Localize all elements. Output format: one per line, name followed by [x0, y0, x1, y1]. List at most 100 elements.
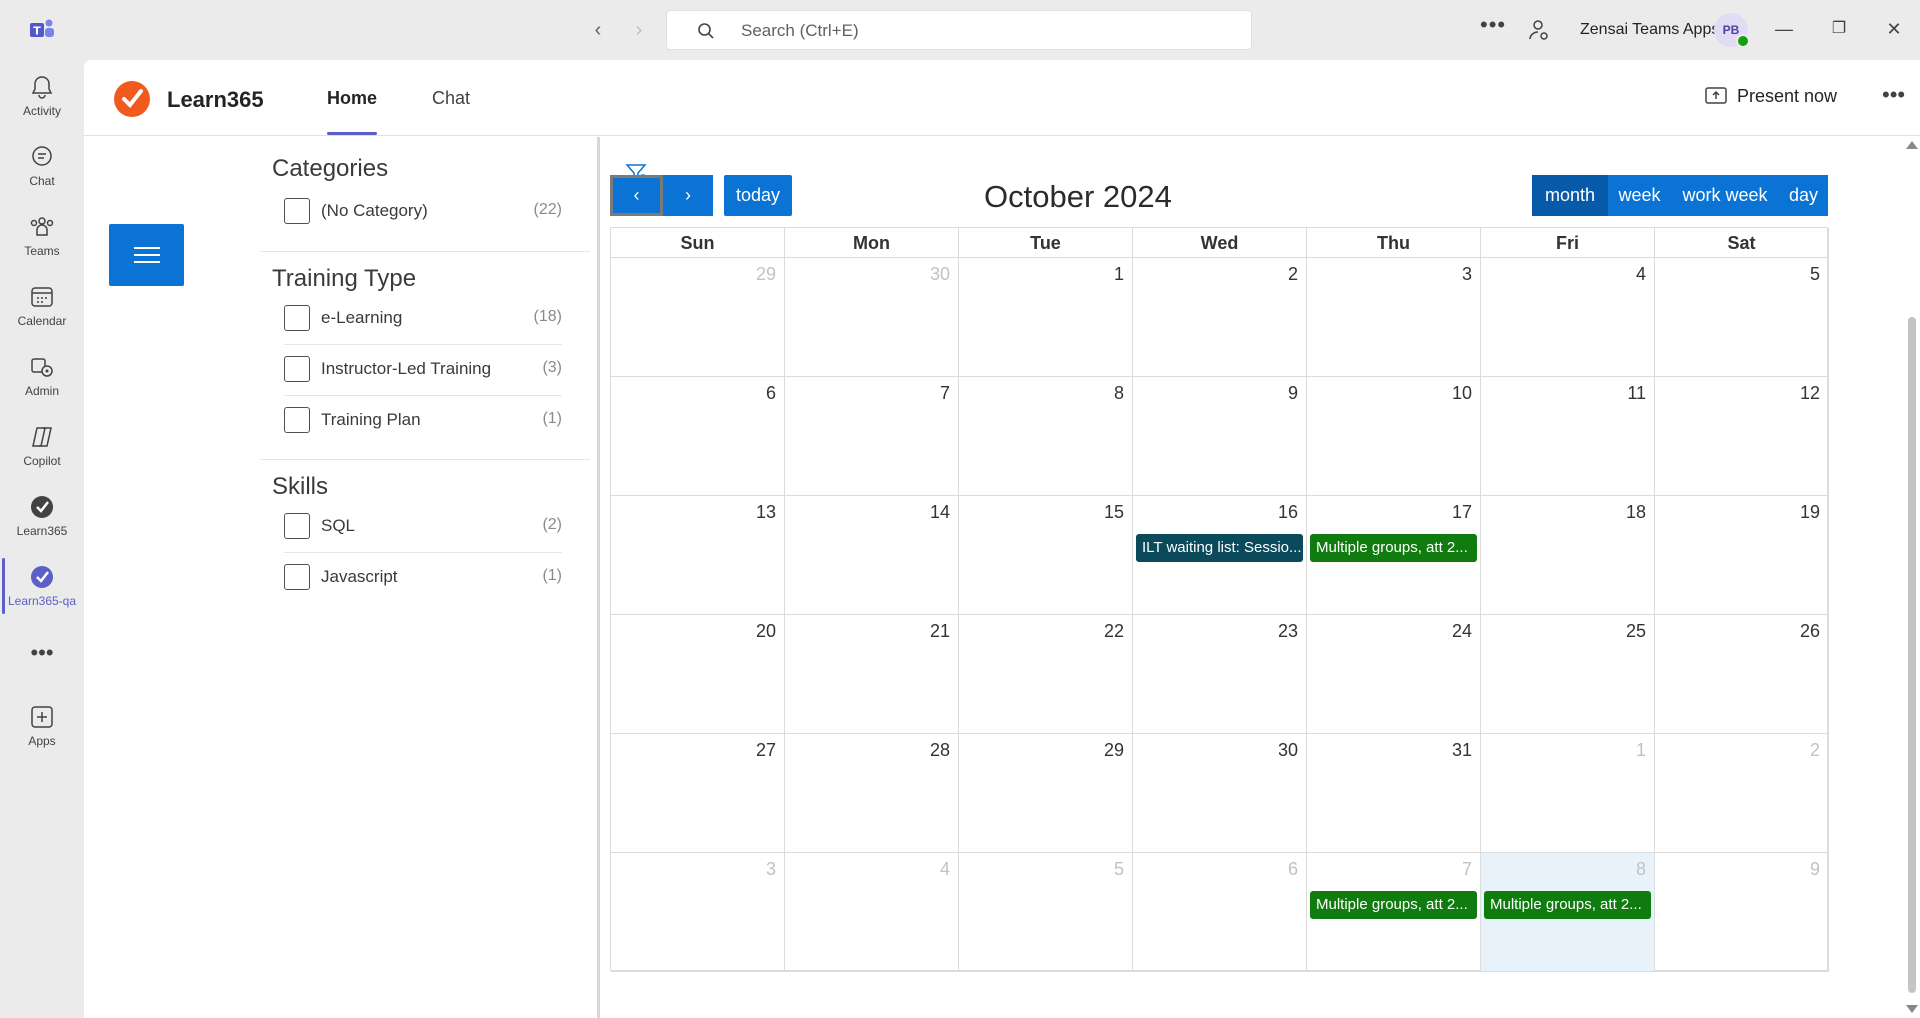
day-cell[interactable]: 6: [1133, 853, 1307, 972]
tab-chat[interactable]: Chat: [432, 88, 470, 109]
day-cell[interactable]: 4: [1481, 258, 1655, 377]
day-number[interactable]: 3: [766, 859, 776, 880]
day-cell[interactable]: 29: [959, 734, 1133, 853]
day-number[interactable]: 7: [1462, 859, 1472, 880]
day-cell[interactable]: 30: [785, 258, 959, 377]
filter-item[interactable]: Instructor-Led Training (3): [284, 343, 562, 393]
day-cell[interactable]: 18: [1481, 496, 1655, 615]
day-number[interactable]: 16: [1278, 502, 1298, 523]
calendar-event[interactable]: Multiple groups, att 2...: [1484, 891, 1651, 919]
rail-item-calendar[interactable]: Calendar: [0, 274, 84, 338]
day-cell[interactable]: 26: [1655, 615, 1829, 734]
forward-arrow-icon[interactable]: ›: [627, 18, 651, 42]
checkbox[interactable]: [284, 356, 310, 382]
day-number[interactable]: 19: [1800, 502, 1820, 523]
day-number[interactable]: 9: [1810, 859, 1820, 880]
day-cell[interactable]: 4: [785, 853, 959, 972]
calendar-event[interactable]: Multiple groups, att 2...: [1310, 534, 1477, 562]
filter-item[interactable]: (No Category) (22): [284, 185, 562, 235]
day-number[interactable]: 26: [1800, 621, 1820, 642]
today-button[interactable]: today: [724, 175, 792, 216]
day-cell[interactable]: 10: [1307, 377, 1481, 496]
scroll-thumb[interactable]: [1908, 317, 1916, 993]
day-number[interactable]: 4: [1636, 264, 1646, 285]
rail-item-learn365-qa[interactable]: Learn365-qa: [0, 554, 84, 618]
panel-divider[interactable]: [597, 137, 600, 1018]
scroll-down-icon[interactable]: [1906, 1005, 1918, 1013]
day-cell[interactable]: 8: [959, 377, 1133, 496]
search-input[interactable]: Search (Ctrl+E): [666, 10, 1252, 50]
day-cell[interactable]: 6: [611, 377, 785, 496]
day-cell[interactable]: 21: [785, 615, 959, 734]
day-cell[interactable]: 27: [611, 734, 785, 853]
more-apps-icon[interactable]: •••: [0, 640, 84, 666]
rail-item-admin[interactable]: Admin: [0, 344, 84, 408]
day-cell[interactable]: 2: [1655, 734, 1829, 853]
day-number[interactable]: 31: [1452, 740, 1472, 761]
rail-item-activity[interactable]: Activity: [0, 64, 84, 128]
app-more-icon[interactable]: •••: [1882, 82, 1905, 108]
day-number[interactable]: 22: [1104, 621, 1124, 642]
day-cell[interactable]: 12: [1655, 377, 1829, 496]
day-number[interactable]: 2: [1288, 264, 1298, 285]
tab-home[interactable]: Home: [327, 88, 378, 135]
checkbox[interactable]: [284, 564, 310, 590]
filter-item[interactable]: Javascript (1): [284, 551, 562, 601]
menu-toggle-button[interactable]: [109, 224, 184, 286]
day-number[interactable]: 1: [1636, 740, 1646, 761]
view-day-button[interactable]: day: [1779, 175, 1828, 216]
day-number[interactable]: 25: [1626, 621, 1646, 642]
day-cell[interactable]: 5: [1655, 258, 1829, 377]
day-number[interactable]: 12: [1800, 383, 1820, 404]
day-number[interactable]: 30: [1278, 740, 1298, 761]
day-number[interactable]: 20: [756, 621, 776, 642]
restore-icon[interactable]: ❐: [1824, 14, 1854, 44]
day-number[interactable]: 29: [1104, 740, 1124, 761]
day-cell[interactable]: 11: [1481, 377, 1655, 496]
day-cell[interactable]: 29: [611, 258, 785, 377]
day-number[interactable]: 2: [1810, 740, 1820, 761]
day-number[interactable]: 28: [930, 740, 950, 761]
calendar-event[interactable]: ILT waiting list: Sessio...: [1136, 534, 1303, 562]
day-number[interactable]: 6: [766, 383, 776, 404]
filter-item[interactable]: Training Plan (1): [284, 394, 562, 444]
day-cell[interactable]: 15: [959, 496, 1133, 615]
day-number[interactable]: 4: [940, 859, 950, 880]
person-settings-icon[interactable]: [1527, 18, 1551, 42]
checkbox[interactable]: [284, 407, 310, 433]
day-number[interactable]: 23: [1278, 621, 1298, 642]
day-number[interactable]: 11: [1627, 383, 1646, 404]
day-cell[interactable]: 2: [1133, 258, 1307, 377]
day-number[interactable]: 18: [1626, 502, 1646, 523]
rail-item-teams[interactable]: Teams: [0, 204, 84, 268]
rail-item-copilot[interactable]: Copilot: [0, 414, 84, 478]
view-month-button[interactable]: month: [1532, 175, 1608, 216]
view-work-week-button[interactable]: work week: [1671, 175, 1779, 216]
day-cell[interactable]: 9: [1655, 853, 1829, 972]
rail-item-chat[interactable]: Chat: [0, 134, 84, 198]
day-number[interactable]: 15: [1104, 502, 1124, 523]
checkbox[interactable]: [284, 305, 310, 331]
day-cell[interactable]: 5: [959, 853, 1133, 972]
day-cell[interactable]: 24: [1307, 615, 1481, 734]
day-number[interactable]: 30: [930, 264, 950, 285]
day-cell[interactable]: 13: [611, 496, 785, 615]
rail-item-learn365[interactable]: Learn365: [0, 484, 84, 548]
checkbox[interactable]: [284, 513, 310, 539]
calendar-event[interactable]: Multiple groups, att 2...: [1310, 891, 1477, 919]
day-number[interactable]: 6: [1288, 859, 1298, 880]
filter-item[interactable]: e-Learning (18): [284, 292, 562, 342]
day-number[interactable]: 5: [1810, 264, 1820, 285]
day-cell[interactable]: 19: [1655, 496, 1829, 615]
rail-item-apps[interactable]: Apps: [0, 694, 84, 758]
day-cell[interactable]: 28: [785, 734, 959, 853]
day-number[interactable]: 8: [1114, 383, 1124, 404]
day-cell[interactable]: 31: [1307, 734, 1481, 853]
day-cell[interactable]: 3: [1307, 258, 1481, 377]
day-cell[interactable]: 1: [1481, 734, 1655, 853]
day-cell[interactable]: 3: [611, 853, 785, 972]
day-number[interactable]: 1: [1114, 264, 1124, 285]
minimize-icon[interactable]: —: [1769, 14, 1799, 44]
close-icon[interactable]: ✕: [1879, 14, 1909, 44]
day-number[interactable]: 24: [1452, 621, 1472, 642]
